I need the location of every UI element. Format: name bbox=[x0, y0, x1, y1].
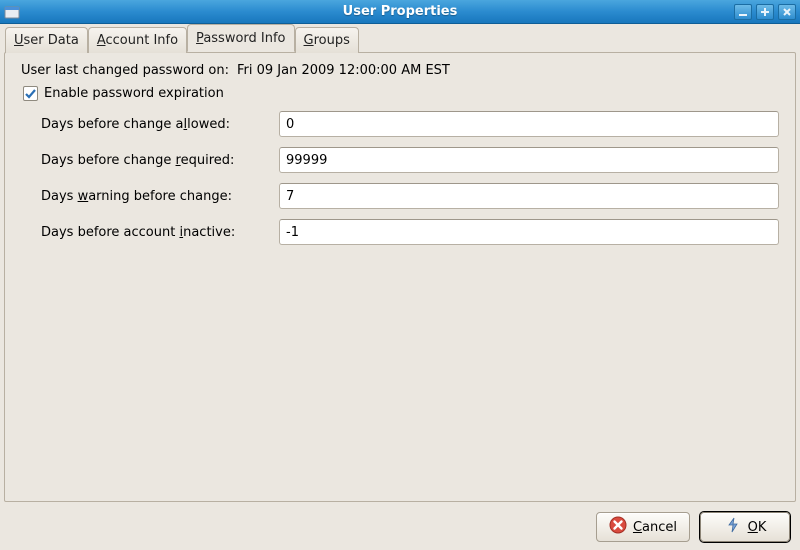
cancel-label: Cancel bbox=[633, 520, 677, 535]
tab-password-info[interactable]: Password Info bbox=[187, 24, 294, 52]
password-info-panel: User last changed password on: Fri 09 Ja… bbox=[4, 52, 796, 502]
days-warning-input[interactable] bbox=[279, 183, 779, 209]
tab-account-info[interactable]: Account Info bbox=[88, 27, 187, 53]
days-inactive-input[interactable] bbox=[279, 219, 779, 245]
days-allowed-input[interactable] bbox=[279, 111, 779, 137]
cancel-icon bbox=[609, 516, 627, 538]
titlebar: User Properties bbox=[0, 0, 800, 24]
cancel-button[interactable]: Cancel bbox=[596, 512, 690, 542]
window-title: User Properties bbox=[0, 4, 800, 19]
tab-user-data[interactable]: User Data bbox=[5, 27, 88, 53]
ok-label: OK bbox=[748, 520, 767, 535]
last-changed-label: User last changed password on: bbox=[21, 63, 229, 78]
days-required-label: Days before change required: bbox=[41, 153, 271, 168]
tab-groups[interactable]: Groups bbox=[295, 27, 359, 53]
days-allowed-label: Days before change allowed: bbox=[41, 117, 271, 132]
window-body: User Data Account Info Password Info Gro… bbox=[0, 24, 800, 550]
dialog-button-bar: Cancel OK bbox=[2, 506, 798, 548]
days-warning-label: Days warning before change: bbox=[41, 189, 271, 204]
ok-button[interactable]: OK bbox=[700, 512, 790, 542]
minimize-button[interactable] bbox=[734, 4, 752, 20]
expiration-fields: Days before change allowed: Days before … bbox=[41, 111, 779, 245]
days-inactive-label: Days before account inactive: bbox=[41, 225, 271, 240]
ok-icon bbox=[724, 516, 742, 538]
close-button[interactable] bbox=[778, 4, 796, 20]
maximize-button[interactable] bbox=[756, 4, 774, 20]
last-changed-value: Fri 09 Jan 2009 12:00:00 AM EST bbox=[237, 63, 450, 78]
window-buttons bbox=[734, 4, 800, 20]
enable-expiration-row[interactable]: Enable password expiration bbox=[23, 86, 783, 101]
app-icon bbox=[4, 4, 20, 20]
enable-expiration-label: Enable password expiration bbox=[44, 86, 224, 101]
enable-expiration-checkbox[interactable] bbox=[23, 86, 38, 101]
days-required-input[interactable] bbox=[279, 147, 779, 173]
last-changed-row: User last changed password on: Fri 09 Ja… bbox=[21, 63, 783, 78]
tab-bar: User Data Account Info Password Info Gro… bbox=[2, 26, 798, 52]
